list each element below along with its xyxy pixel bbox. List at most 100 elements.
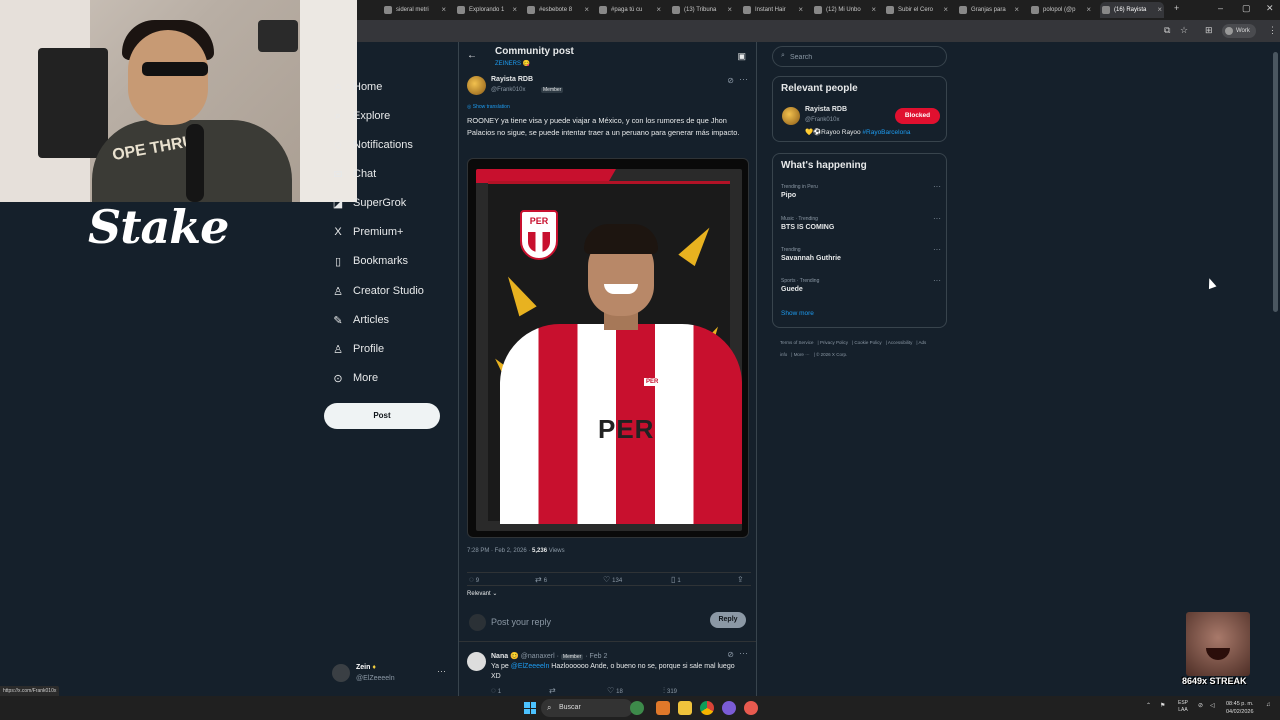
folder-icon[interactable]	[678, 701, 692, 715]
trend-item[interactable]: Trending in Peru Pipo ···	[781, 182, 941, 199]
comment-date[interactable]: · Feb 2	[585, 653, 607, 660]
browser-tab[interactable]: Instant Hair ×	[741, 2, 805, 18]
blocked-button[interactable]: Blocked	[895, 108, 940, 124]
tab-close-icon[interactable]: ×	[943, 2, 948, 18]
more-dots-icon[interactable]: ···	[933, 276, 941, 285]
nav-item-home[interactable]: ⌂ Home	[330, 76, 383, 98]
footer-link[interactable]: More ···	[794, 352, 810, 357]
browser-tab[interactable]: (13) Tribuna ×	[670, 2, 734, 18]
tab-close-icon[interactable]: ×	[1014, 2, 1019, 18]
grok-icon[interactable]: ⊘	[727, 650, 734, 659]
close-window-icon[interactable]: ✕	[1266, 3, 1274, 14]
repost-action[interactable]: ⇄ 6	[535, 575, 547, 584]
footer-link[interactable]: Privacy Policy	[820, 340, 848, 345]
like-action[interactable]: ♡ 18	[607, 686, 623, 695]
mention-link[interactable]: @ElZeeeeln	[511, 663, 550, 670]
reply-action[interactable]: ◌ 1	[491, 686, 501, 695]
grok-icon[interactable]: ⊘	[727, 76, 734, 85]
footer-link[interactable]: Cookie Policy	[854, 340, 881, 345]
hashtag-link[interactable]: #RayoBarcelona	[862, 129, 910, 136]
more-dots-icon[interactable]: ···	[933, 182, 941, 191]
nav-item-more[interactable]: ⊙ More	[330, 367, 378, 389]
share-icon[interactable]: ⇪	[737, 575, 746, 584]
browser-tab[interactable]: #paga tú cu ×	[597, 2, 663, 18]
tab-close-icon[interactable]: ×	[727, 2, 732, 18]
scrollbar-thumb[interactable]	[1273, 52, 1278, 312]
windows-start-icon[interactable]	[524, 702, 536, 714]
more-dots-icon[interactable]: ···	[933, 214, 941, 223]
avatar[interactable]	[782, 107, 800, 125]
back-arrow-icon[interactable]: ←	[467, 50, 477, 61]
post-author-name[interactable]: Rayista RDB	[491, 76, 533, 83]
tab-close-icon[interactable]: ×	[584, 2, 589, 18]
show-translation-link[interactable]: ◎ Show translation	[467, 104, 510, 110]
footer-link[interactable]: Accessibility	[888, 340, 913, 345]
more-dots-icon[interactable]: ···	[437, 666, 446, 676]
menu-dots-icon[interactable]: ⋮	[1268, 25, 1277, 36]
more-dots-icon[interactable]: ···	[739, 648, 748, 658]
like-action[interactable]: ♡ 134	[603, 575, 622, 584]
more-dots-icon[interactable]: ···	[739, 74, 748, 84]
browser-tab[interactable]: Explorando 1 ×	[455, 2, 519, 18]
minimize-icon[interactable]: –	[1218, 3, 1223, 13]
taskbar-app-icon[interactable]	[630, 701, 644, 715]
tab-close-icon[interactable]: ×	[512, 2, 517, 18]
trend-item[interactable]: Music · Trending BTS IS COMING ···	[781, 214, 941, 231]
browser-tab[interactable]: (16) Rayista ×	[1100, 2, 1164, 18]
nav-item-articles[interactable]: ✎ Articles	[330, 309, 389, 331]
trend-item[interactable]: Sports · Trending Guede ···	[781, 276, 941, 293]
views-action[interactable]: ⫶ 319	[663, 686, 677, 696]
tab-close-icon[interactable]: ×	[798, 2, 803, 18]
search-input[interactable]	[790, 51, 940, 63]
nav-item-explore[interactable]: ⌕ Explore	[330, 105, 390, 127]
page-scrollbar[interactable]	[1273, 44, 1278, 698]
footer-link[interactable]: Terms of Service	[780, 340, 814, 345]
browser-tab[interactable]: sideral metri ×	[382, 2, 448, 18]
nav-item-creator-studio[interactable]: ♙ Creator Studio	[330, 280, 424, 302]
taskbar-app-icon[interactable]	[656, 701, 670, 715]
post-button[interactable]: Post	[324, 403, 440, 429]
account-switcher[interactable]: Zein ♦ @ElZeeeeln ···	[332, 662, 450, 686]
tab-close-icon[interactable]: ×	[871, 2, 876, 18]
volume-icon[interactable]: ◁	[1210, 702, 1215, 709]
trend-item[interactable]: Trending Savannah Guthrie ···	[781, 245, 941, 262]
browser-tab[interactable]: (12) Mi Unbo ×	[812, 2, 878, 18]
wifi-off-icon[interactable]: ⊘	[1198, 702, 1203, 709]
show-more-link[interactable]: Show more	[781, 310, 814, 317]
browser-profile-chip[interactable]: Work	[1222, 24, 1256, 38]
tab-close-icon[interactable]: ×	[656, 2, 661, 18]
taskbar-app-icon[interactable]	[722, 701, 736, 715]
extensions-icon[interactable]: ⊞	[1205, 25, 1213, 36]
person-name[interactable]: Rayista RDB	[805, 106, 847, 113]
footer-link[interactable]: © 2026 X Corp.	[816, 352, 847, 357]
person-handle[interactable]: @Frank010x	[805, 117, 839, 123]
taskbar-search[interactable]: ⌕ Buscar	[541, 699, 633, 717]
browser-tab[interactable]: Subir el Cero ×	[884, 2, 950, 18]
post-author-handle[interactable]: @Frank010x	[491, 87, 525, 93]
browser-tab[interactable]: polopol (@p ×	[1029, 2, 1093, 18]
nav-item-notifications[interactable]: ♢ Notifications	[330, 134, 413, 156]
bookmark-action[interactable]: ▯ 1	[671, 575, 681, 584]
community-link[interactable]: ZEINERS 😋	[495, 60, 530, 67]
taskbar-app-icon[interactable]	[744, 701, 758, 715]
browser-tab[interactable]: Granjas para ×	[957, 2, 1021, 18]
maximize-icon[interactable]: ▢	[1242, 3, 1251, 14]
tab-new-icon[interactable]: +	[1174, 3, 1179, 13]
repost-action[interactable]: ⇄	[549, 686, 558, 695]
reader-mode-icon[interactable]: ▣	[737, 51, 746, 62]
notification-bell-icon[interactable]: ♫	[1266, 702, 1271, 708]
avatar[interactable]	[467, 76, 486, 95]
tray-app-icon[interactable]: ⚑	[1160, 702, 1165, 709]
nav-item-profile[interactable]: ♙ Profile	[330, 338, 384, 360]
tab-close-icon[interactable]: ×	[1157, 2, 1162, 18]
post-image[interactable]: PER PER PER	[467, 158, 749, 538]
comment-author-name[interactable]: Nana 😊	[491, 653, 519, 660]
clock[interactable]: 08:45 p. m. 04/02/2026	[1226, 700, 1254, 716]
tab-close-icon[interactable]: ×	[1086, 2, 1091, 18]
nav-item-supergrok[interactable]: ◪ SuperGrok	[330, 192, 406, 214]
language-indicator[interactable]: ESP LAA	[1178, 700, 1188, 714]
tray-chevron-icon[interactable]: ⌃	[1146, 702, 1151, 709]
chrome-icon[interactable]	[700, 701, 714, 715]
bookmark-star-icon[interactable]: ☆	[1180, 25, 1188, 36]
nav-item-chat[interactable]: ✉ Chat	[330, 163, 376, 185]
